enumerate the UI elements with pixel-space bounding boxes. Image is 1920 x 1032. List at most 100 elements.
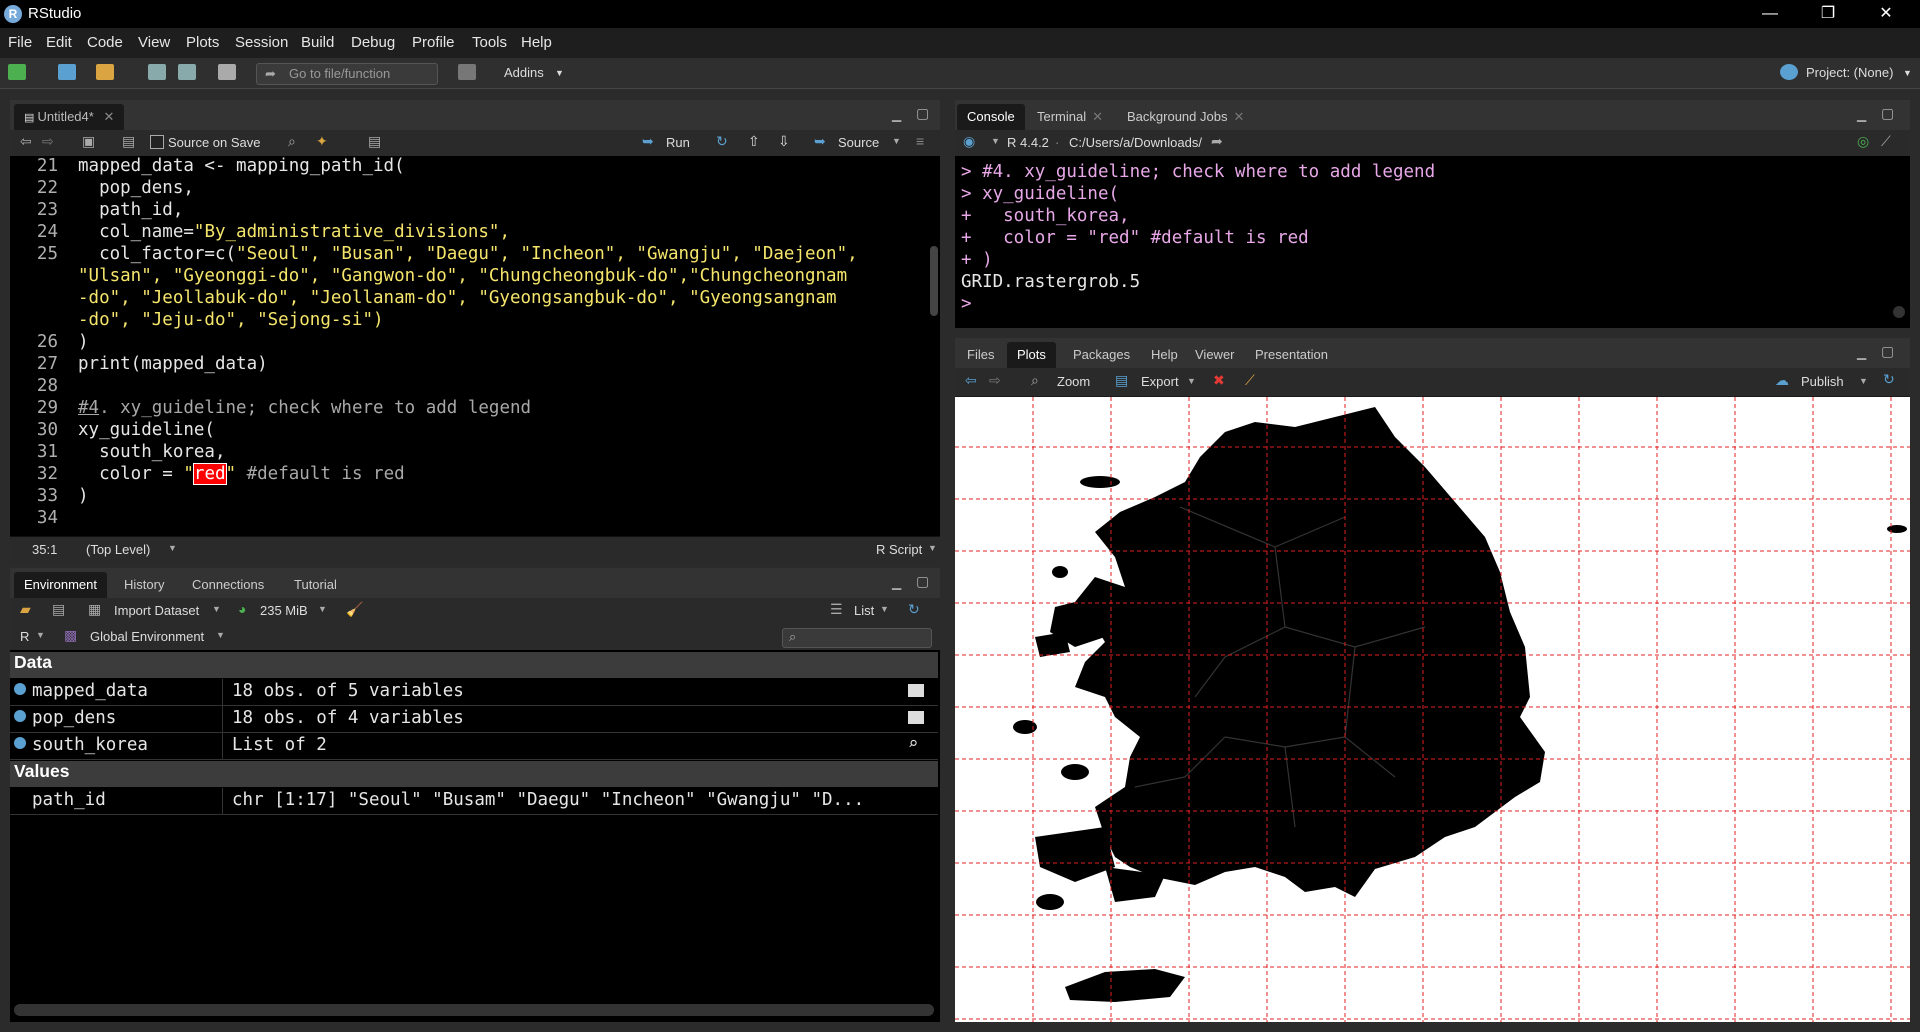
menu-code[interactable]: Code [87,34,123,51]
new-file-icon[interactable] [8,64,26,80]
chevron-down-icon[interactable]: ▼ [892,136,901,146]
minimize-pane-icon[interactable]: ▁ [892,108,901,122]
menu-plots[interactable]: Plots [186,34,219,51]
refresh-icon[interactable]: ↻ [908,601,920,618]
close-window-button[interactable]: ✕ [1858,0,1914,28]
close-tab-icon[interactable]: ✕ [103,109,114,124]
minimize-pane-icon[interactable]: ▁ [1857,346,1866,360]
save-workspace-icon[interactable]: ▤ [52,601,65,618]
save-icon[interactable] [148,64,166,80]
working-directory[interactable]: C:/Users/a/Downloads/ [1069,135,1202,150]
clear-console-icon[interactable]: ◎ [1857,133,1869,150]
up-arrow-icon[interactable]: ⇧ [748,133,760,150]
menu-edit[interactable]: Edit [46,34,72,51]
editor-scrollbar[interactable] [930,246,938,316]
save-all-icon[interactable] [178,64,196,80]
project-menu[interactable]: Project: (None) [1806,65,1893,80]
source-button[interactable]: Source [838,135,879,150]
rerun-icon[interactable]: ↻ [716,133,728,150]
tab-viewer[interactable]: Viewer [1185,342,1245,368]
maximize-pane-icon[interactable]: ▢ [916,573,929,590]
tab-tutorial[interactable]: Tutorial [284,572,347,598]
tab-terminal[interactable]: Terminal ✕ [1027,104,1113,130]
menu-profile[interactable]: Profile [412,34,455,51]
previous-plot-icon[interactable]: ⇦ [965,372,977,389]
language-selector[interactable]: R [20,629,29,644]
scope-selector[interactable]: (Top Level) [86,542,150,557]
tab-untitled4[interactable]: ▤ Untitled4* ✕ [14,104,125,130]
refresh-icon[interactable]: ↻ [1883,371,1895,388]
back-arrow-icon[interactable]: ⇦ [20,133,32,150]
maximize-button[interactable]: ❐ [1800,0,1856,28]
minimize-button[interactable]: — [1742,0,1798,28]
tab-history[interactable]: History [114,572,174,598]
broom-icon[interactable]: ⟋ [1881,133,1891,150]
view-table-icon[interactable] [908,711,924,724]
import-dataset-button[interactable]: Import Dataset [114,603,199,618]
close-tab-icon[interactable]: ✕ [1092,109,1103,124]
tab-packages[interactable]: Packages [1063,342,1140,368]
load-workspace-icon[interactable]: ▰ [20,601,31,618]
console-prompt[interactable]: > [961,294,982,314]
maximize-pane-icon[interactable]: ▢ [916,105,929,122]
console-output[interactable]: > #4. xy_guideline; check where to add l… [955,156,1910,328]
tab-connections[interactable]: Connections [182,572,274,598]
menu-build[interactable]: Build [301,34,334,51]
expand-icon[interactable] [14,683,26,695]
goto-file-input[interactable]: ➦ Go to file/function [256,63,438,85]
maximize-pane-icon[interactable]: ▢ [1881,105,1894,122]
tab-plots[interactable]: Plots [1007,342,1056,368]
new-project-icon[interactable] [58,64,76,80]
menu-debug[interactable]: Debug [351,34,395,51]
search-icon[interactable]: ⌕ [288,133,296,150]
table-row[interactable]: mapped_data 18 obs. of 5 variables [10,679,938,706]
minimize-pane-icon[interactable]: ▁ [1857,108,1866,122]
view-table-icon[interactable] [908,684,924,697]
scope-environment-selector[interactable]: Global Environment [90,629,204,644]
outline-icon[interactable]: ≡ [916,133,924,149]
run-button[interactable]: Run [666,135,690,150]
export-button[interactable]: Export [1141,374,1179,389]
console-scrollbar[interactable] [1893,306,1905,318]
menu-session[interactable]: Session [235,34,288,51]
forward-arrow-icon[interactable]: ⇨ [42,133,54,150]
next-plot-icon[interactable]: ⇨ [989,372,1001,389]
show-in-window-icon[interactable]: ▣ [82,133,95,150]
broom-icon[interactable]: 🧹 [346,601,363,618]
down-arrow-icon[interactable]: ⇩ [778,133,790,150]
maximize-pane-icon[interactable]: ▢ [1881,343,1894,360]
view-mode-selector[interactable]: List [854,603,874,618]
minimize-pane-icon[interactable]: ▁ [892,576,901,590]
compile-report-icon[interactable]: ▤ [368,133,381,150]
go-to-directory-icon[interactable]: ➦ [1211,133,1223,150]
expand-icon[interactable] [14,710,26,722]
grid-layout-icon[interactable] [458,64,476,80]
tab-help[interactable]: Help [1141,342,1188,368]
close-tab-icon[interactable]: ✕ [1233,109,1244,124]
menu-view[interactable]: View [138,34,170,51]
table-row[interactable]: path_id chr [1:17] "Seoul" "Busam" "Daeg… [10,788,938,815]
tab-console[interactable]: Console [957,104,1025,130]
tab-background-jobs[interactable]: Background Jobs ✕ [1117,104,1254,130]
tab-environment[interactable]: Environment [14,572,107,598]
source-on-save-checkbox[interactable] [150,135,164,149]
remove-plot-icon[interactable]: ✖ [1213,372,1225,389]
memory-usage[interactable]: 235 MiB [260,603,308,618]
file-type-selector[interactable]: R Script [876,542,922,557]
print-icon[interactable] [218,64,236,80]
tab-presentation[interactable]: Presentation [1245,342,1338,368]
expand-icon[interactable] [14,737,26,749]
magnifier-icon[interactable]: ⌕ [908,734,918,754]
menu-tools[interactable]: Tools [472,34,507,51]
menu-help[interactable]: Help [521,34,552,51]
save-icon[interactable]: ▤ [122,133,135,150]
tab-files[interactable]: Files [957,342,1004,368]
horizontal-scrollbar[interactable] [14,1004,934,1016]
table-row[interactable]: south_korea List of 2 ⌕ [10,733,938,760]
addins-menu[interactable]: Addins [504,65,544,80]
table-row[interactable]: pop_dens 18 obs. of 4 variables [10,706,938,733]
environment-search-input[interactable]: ⌕ [782,628,932,648]
open-file-icon[interactable] [96,64,114,80]
magic-wand-icon[interactable]: ✦ [316,133,328,150]
menu-file[interactable]: File [8,34,32,51]
